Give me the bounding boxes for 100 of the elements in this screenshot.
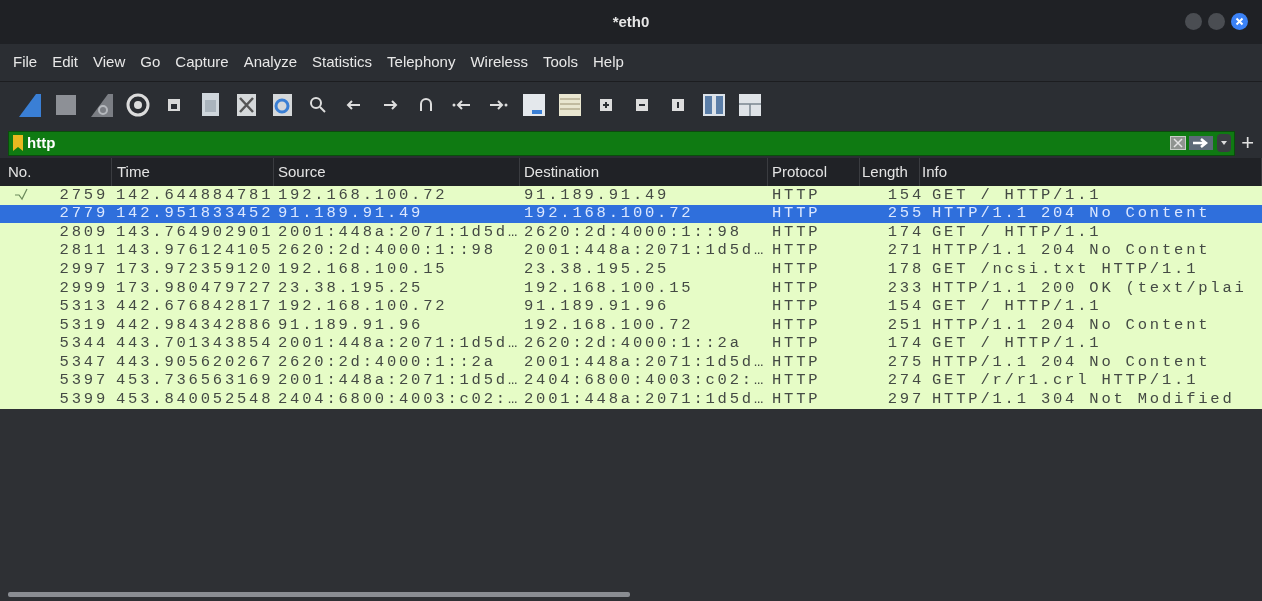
- caret-icon: [1221, 141, 1228, 145]
- table-cell-text: GET /r/r1.crl HTTP/1.1: [931, 373, 1200, 389]
- table-cell-text: 143.976124105: [115, 243, 274, 259]
- table-cell-text: 192.168.100.15: [277, 261, 449, 278]
- add-button[interactable]: +: [1241, 132, 1254, 154]
- gear-icon[interactable]: [124, 91, 152, 119]
- table-cell-text: 192.168.100.72: [523, 206, 695, 222]
- table-cell-text: 2620:2d:4000:1::2a: [523, 336, 743, 352]
- table-cell-text: 251: [886, 317, 924, 334]
- table-cell-text: 173.980479727: [115, 280, 274, 296]
- colorize-icon[interactable]: [556, 91, 584, 119]
- close-button[interactable]: [1231, 13, 1248, 30]
- table-cell-text: 154: [886, 299, 924, 315]
- table-cell-text: 154: [886, 187, 924, 204]
- table-cell-text: 174: [886, 336, 924, 352]
- table-cell-text: 91.189.91.96: [277, 317, 425, 334]
- menu-item[interactable]: Analyze: [236, 51, 305, 74]
- table-cell-text: 178: [886, 261, 924, 278]
- table-cell-text: 5397: [58, 373, 109, 389]
- table-cell-text: 2759: [58, 187, 109, 204]
- menu-item[interactable]: View: [86, 51, 133, 74]
- table-cell-text: 2001:448a:2071:1d5d…: [523, 354, 768, 371]
- packet-row[interactable]: 2809 143.764902901 2001:448a:2071:1d5d… 2620:2d:4000:1::98 HTTP 174 GET / HTTP/1.1: [0, 223, 1262, 242]
- clear-icon[interactable]: [1170, 136, 1187, 150]
- menu-item[interactable]: Telephony: [380, 51, 463, 74]
- table-cell-text: 5319: [58, 317, 109, 334]
- table-cell-text: 174: [886, 224, 924, 241]
- bookmark-icon: [12, 134, 24, 152]
- table-cell-text: HTTP: [771, 261, 822, 278]
- packet-row[interactable]: 2997 173.972359120 192.168.100.15 23.38.195.25 HTTP 178 GET /ncsi.txt HTTP/1.1: [0, 260, 1262, 279]
- table-cell-text: GET /ncsi.txt HTTP/1.1: [931, 261, 1200, 278]
- table-cell-text: 91.189.91.49: [523, 187, 671, 204]
- table-cell-text: HTTP: [771, 280, 822, 296]
- table-cell-text: HTTP: [771, 336, 822, 352]
- table-cell-text: 2001:448a:2071:1d5d…: [277, 224, 520, 241]
- table-cell-text: 5313: [58, 299, 109, 315]
- table-cell-text: 2620:2d:4000:1::98: [523, 224, 743, 241]
- table-cell-text: 453.840052548: [115, 392, 274, 408]
- table-cell-text: HTTP: [771, 354, 822, 371]
- table-cell-text: GET / HTTP/1.1: [931, 299, 1103, 315]
- table-cell-text: 271: [886, 243, 924, 259]
- table-cell-text: 192.168.100.72: [277, 299, 449, 315]
- packet-row[interactable]: 5319 442.984342886 91.189.91.96 192.168.100.72 HTTP 251 HTTP/1.1 204 No Content: [0, 316, 1262, 335]
- table-cell-text: 233: [886, 280, 924, 296]
- table-cell-text: 2779: [58, 206, 109, 222]
- table-cell-text: 23.38.195.25: [277, 280, 425, 296]
- table-cell-text: HTTP/1.1 204 No Content: [931, 206, 1212, 222]
- shark-fin-icon[interactable]: [16, 91, 44, 119]
- table-cell-text: 91.189.91.49: [277, 206, 425, 222]
- table-cell-text: GET / HTTP/1.1: [931, 187, 1103, 204]
- shark-fin-icon[interactable]: [88, 91, 116, 119]
- table-cell-text: HTTP/1.1 204 No Content: [931, 243, 1212, 259]
- filter-text: http: [27, 132, 57, 153]
- table-cell-text: 2404:6800:4003:c02:…: [523, 373, 768, 389]
- filter-field[interactable]: http: [8, 130, 1236, 156]
- resize-columns-icon[interactable]: [700, 91, 728, 119]
- table-cell-text: 192.168.100.15: [523, 280, 695, 296]
- packet-row[interactable]: 5347 443.905620267 2620:2d:4000:1::2a 2001:448a:2071:1d5d… HTTP 275 HTTP/1.1 204 No Content: [0, 353, 1262, 372]
- table-cell-text: GET / HTTP/1.1: [931, 224, 1103, 241]
- menu-item[interactable]: File: [6, 51, 45, 74]
- table-cell-text: 23.38.195.25: [523, 261, 671, 278]
- menu-item[interactable]: Wireless: [463, 51, 535, 74]
- menu-item[interactable]: Capture: [168, 51, 236, 74]
- table-cell-text: HTTP/1.1 304 Not Modified: [931, 392, 1236, 408]
- table-cell-text: 192.168.100.72: [523, 317, 695, 334]
- dropdown-button[interactable]: [1217, 134, 1232, 152]
- table-cell-text: GET / HTTP/1.1: [931, 336, 1103, 352]
- table-cell-text: 5347: [58, 354, 109, 371]
- menu-item[interactable]: Go: [133, 51, 168, 74]
- table-cell-text: 192.168.100.72: [277, 187, 449, 204]
- table-cell-text: 2809: [58, 224, 109, 241]
- table-cell-text: HTTP: [771, 187, 822, 204]
- menu-item[interactable]: Statistics: [305, 51, 380, 74]
- table-cell-text: 442.984342886: [115, 317, 274, 334]
- layout-icon[interactable]: [736, 91, 764, 119]
- table-cell-text: 173.972359120: [115, 261, 274, 278]
- table-cell-text: 2997: [58, 261, 109, 278]
- table-cell-text: 255: [886, 206, 924, 222]
- table-cell-text: 2811: [58, 243, 109, 259]
- table-cell-text: 143.764902901: [115, 224, 274, 241]
- autoscroll-icon[interactable]: [520, 91, 548, 119]
- table-cell-text: HTTP: [771, 299, 822, 315]
- table-cell-text: HTTP: [771, 392, 822, 408]
- table-cell-text: 297: [886, 392, 924, 408]
- table-cell-text: 142.951833452: [115, 206, 274, 222]
- menu-item[interactable]: Tools: [535, 51, 585, 74]
- window-title: *eth0: [612, 11, 650, 32]
- table-cell-text: 2620:2d:4000:1::2a: [277, 354, 497, 371]
- table-cell-text: 91.189.91.96: [523, 299, 671, 315]
- table-cell-text: HTTP/1.1 204 No Content: [931, 317, 1212, 334]
- table-cell-text: 275: [886, 354, 924, 371]
- table-cell-text: HTTP: [771, 224, 822, 241]
- packet-row[interactable]: 2759 142.644884781 192.168.100.72 91.189.91.49 HTTP 154 GET / HTTP/1.1: [0, 186, 1262, 205]
- table-cell-text: 453.736563169: [115, 373, 274, 389]
- table-cell-text: 2404:6800:4003:c02:…: [277, 392, 520, 408]
- table-cell-text: HTTP/1.1 200 OK (text/plai: [931, 280, 1248, 296]
- table-cell-text: 2999: [58, 280, 109, 296]
- table-cell-text: 274: [886, 373, 924, 389]
- menu-item[interactable]: Edit: [45, 51, 86, 74]
- menu-item[interactable]: Help: [586, 51, 631, 74]
